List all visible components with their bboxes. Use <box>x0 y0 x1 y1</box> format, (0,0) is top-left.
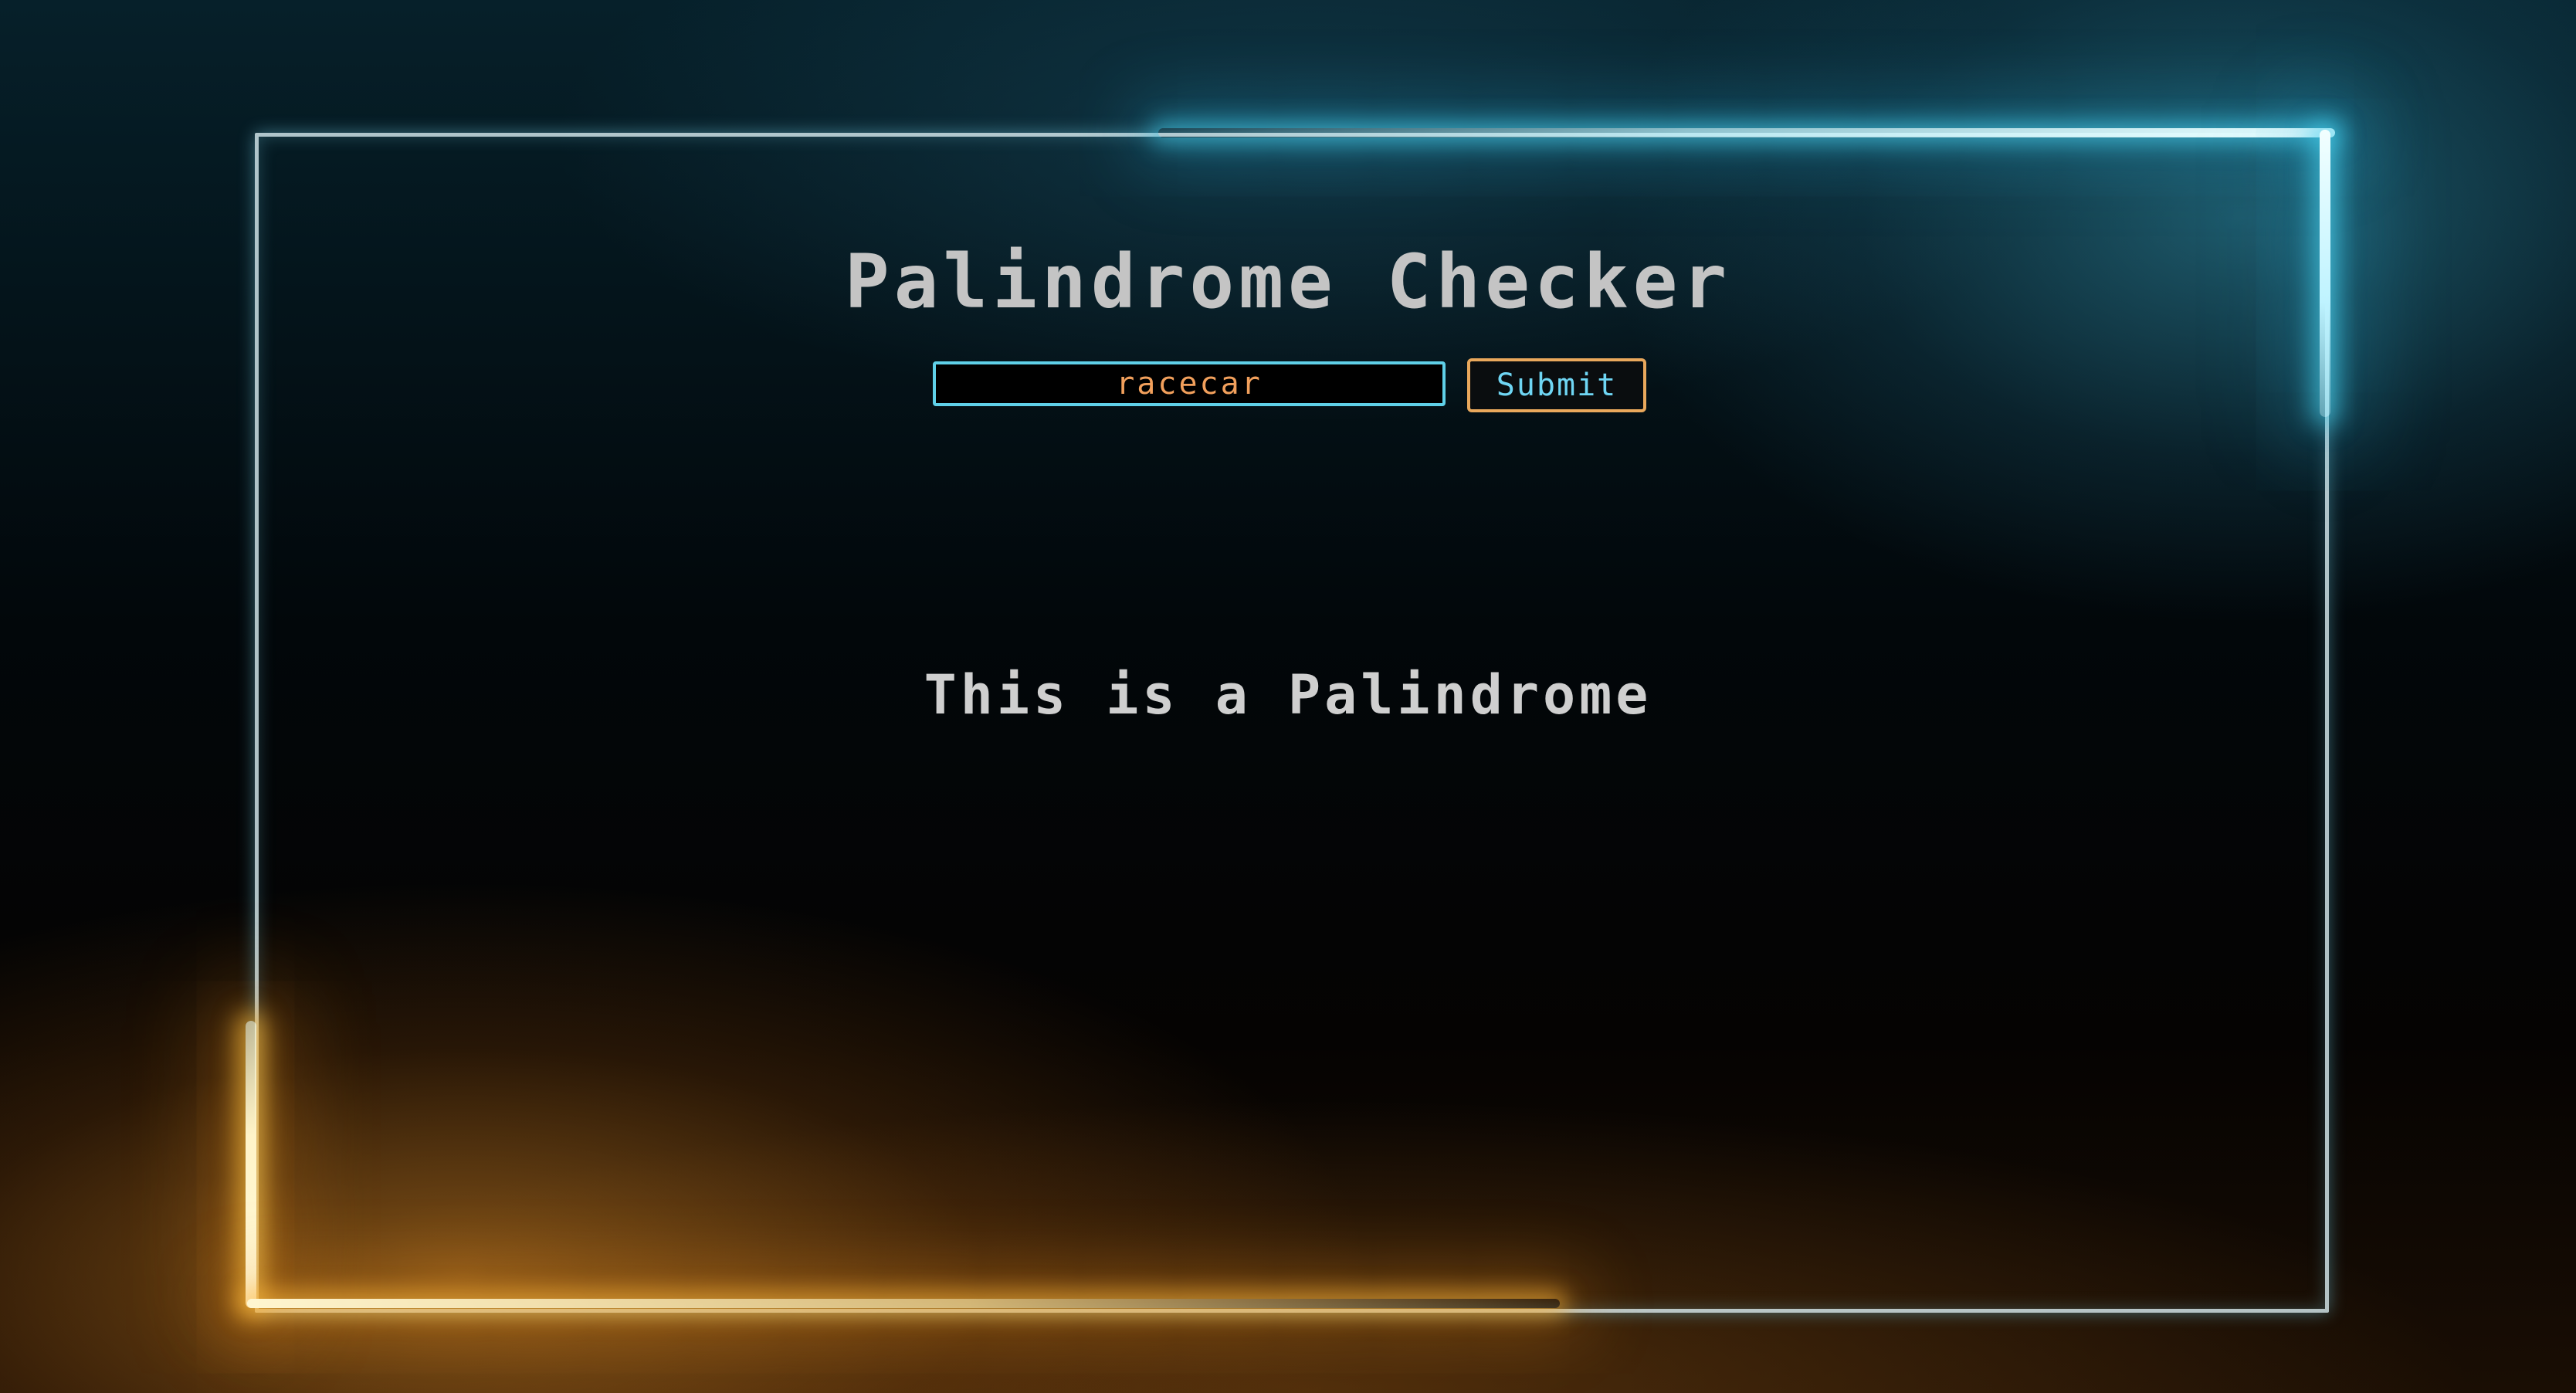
neon-frame-orange-bottom-glow <box>247 1299 1560 1308</box>
neon-frame-orange-left-glow <box>246 1021 256 1308</box>
submit-button[interactable]: Submit <box>1467 358 1646 412</box>
result-message: This is a Palindrome <box>924 663 1652 727</box>
neon-frame-cyan-top-glow <box>1158 128 2335 137</box>
page-title: Palindrome Checker <box>844 239 1732 325</box>
palindrome-text-input[interactable] <box>933 361 1446 406</box>
